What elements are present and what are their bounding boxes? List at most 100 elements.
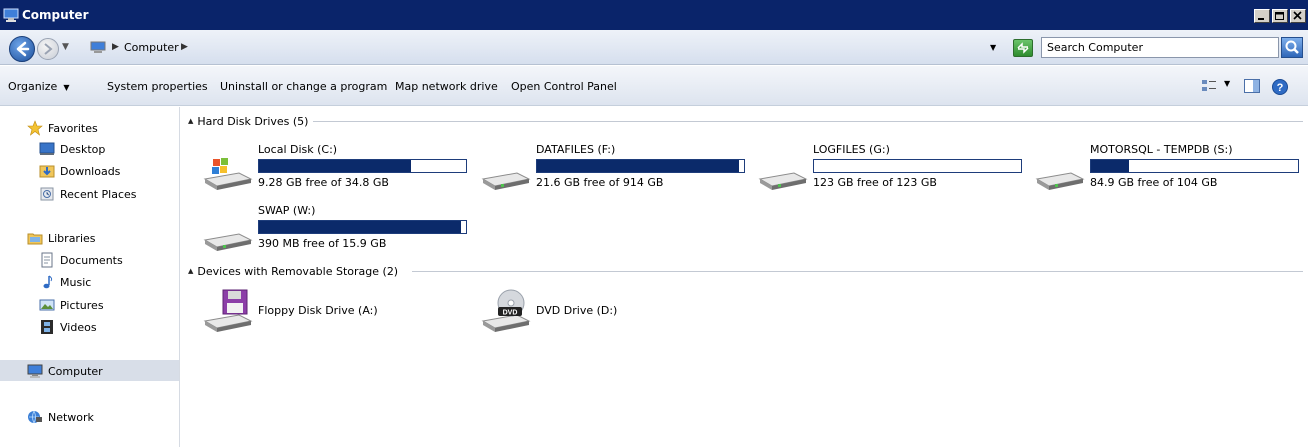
collapse-caret-icon: ▲: [188, 267, 194, 275]
recent-pages-dropdown[interactable]: ▼: [62, 42, 69, 52]
capacity-bar: [258, 159, 467, 173]
search-input[interactable]: Search Computer: [1041, 37, 1279, 58]
drive-s[interactable]: MOTORSQL - TEMPDB (S:) 84.9 GB free of 1…: [1033, 143, 1308, 201]
nav-desktop-label: Desktop: [60, 142, 106, 156]
breadcrumb-computer[interactable]: Computer: [124, 41, 179, 54]
change-view-button[interactable]: [1200, 78, 1218, 97]
drive-g[interactable]: LOGFILES (G:) 123 GB free of 123 GB: [756, 143, 1036, 201]
nav-documents-label: Documents: [60, 253, 123, 267]
svg-text:?: ?: [1277, 82, 1284, 94]
hard-drive-icon: [1035, 172, 1085, 190]
dvd-drive-icon: DVD: [481, 289, 531, 332]
command-bar: Organize ▼ System properties Uninstall o…: [0, 66, 1308, 106]
music-icon: [43, 275, 53, 289]
star-icon: [27, 120, 43, 136]
nav-documents[interactable]: Documents: [39, 251, 123, 269]
windows-drive-icon: [203, 158, 253, 190]
preview-pane-button[interactable]: [1243, 78, 1261, 97]
organize-menu[interactable]: Organize ▼: [8, 80, 69, 93]
drive-free-space: 9.28 GB free of 34.8 GB: [258, 176, 389, 189]
minimize-icon: [1258, 18, 1264, 20]
search-placeholder: Search Computer: [1047, 41, 1143, 54]
refresh-icon: [1017, 42, 1029, 54]
computer-icon: [3, 8, 19, 22]
capacity-bar: [258, 220, 467, 234]
nav-videos[interactable]: Videos: [39, 318, 97, 336]
help-button[interactable]: ?: [1271, 78, 1289, 99]
open-control-panel-button[interactable]: Open Control Panel: [511, 80, 617, 93]
nav-libraries[interactable]: Libraries: [27, 229, 96, 247]
nav-computer-label: Computer: [48, 364, 103, 378]
computer-icon: [27, 364, 43, 378]
capacity-fill: [537, 160, 740, 172]
breadcrumb-separator-icon[interactable]: ▶: [112, 42, 119, 52]
device-dvd[interactable]: DVD DVD Drive (D:): [479, 287, 759, 337]
drive-name: DATAFILES (F:): [536, 143, 616, 156]
preview-pane-icon: [1244, 79, 1260, 93]
window-title: Computer: [22, 8, 89, 22]
maximize-icon: [1275, 12, 1284, 20]
nav-computer[interactable]: Computer: [27, 362, 103, 380]
capacity-fill: [259, 160, 411, 172]
nav-network[interactable]: Network: [27, 408, 94, 426]
chevron-down-icon: ▼: [60, 83, 70, 92]
nav-favorites[interactable]: Favorites: [27, 119, 98, 137]
floppy-drive-icon: [203, 289, 253, 332]
group-header-hdd[interactable]: ▲ Hard Disk Drives (5): [188, 114, 308, 128]
nav-downloads[interactable]: Downloads: [39, 162, 120, 180]
forward-button[interactable]: [37, 38, 59, 60]
drive-name: LOGFILES (G:): [813, 143, 890, 156]
computer-icon: [90, 41, 106, 53]
drive-name: MOTORSQL - TEMPDB (S:): [1090, 143, 1233, 156]
drive-name: SWAP (W:): [258, 204, 316, 217]
nav-libraries-label: Libraries: [48, 231, 96, 245]
refresh-button[interactable]: [1013, 39, 1033, 57]
drive-w[interactable]: SWAP (W:) 390 MB free of 15.9 GB: [201, 204, 481, 262]
maximize-button[interactable]: [1272, 9, 1288, 23]
device-floppy[interactable]: Floppy Disk Drive (A:): [201, 287, 481, 337]
group-removable-label: Devices with Removable Storage (2): [197, 264, 399, 278]
search-icon: [1285, 40, 1299, 54]
hard-drive-icon: [203, 233, 253, 251]
view-options-icon: [1202, 80, 1216, 91]
drive-f[interactable]: DATAFILES (F:) 21.6 GB free of 914 GB: [479, 143, 759, 201]
address-history-dropdown[interactable]: ▼: [990, 43, 996, 52]
address-bar: ▼ ▶ Computer ▶ ▼ Search Computer: [0, 30, 1308, 65]
recent-places-icon: [40, 187, 54, 201]
nav-desktop[interactable]: Desktop: [39, 140, 105, 158]
nav-pictures-label: Pictures: [60, 298, 104, 312]
drive-free-space: 123 GB free of 123 GB: [813, 176, 937, 189]
minimize-button[interactable]: [1254, 9, 1270, 23]
drive-free-space: 390 MB free of 15.9 GB: [258, 237, 387, 250]
search-button[interactable]: [1281, 37, 1303, 58]
nav-music-label: Music: [60, 275, 92, 289]
hard-drive-icon: [481, 172, 531, 190]
close-button[interactable]: [1290, 9, 1306, 23]
drive-name: Local Disk (C:): [258, 143, 338, 156]
uninstall-program-button[interactable]: Uninstall or change a program: [220, 80, 387, 93]
breadcrumb-separator-icon[interactable]: ▶: [181, 42, 188, 52]
map-network-drive-button[interactable]: Map network drive: [395, 80, 498, 93]
drive-c[interactable]: Local Disk (C:) 9.28 GB free of 34.8 GB: [201, 143, 481, 201]
arrow-right-icon: [44, 43, 53, 55]
collapse-caret-icon: ▲: [188, 117, 194, 125]
nav-music[interactable]: Music: [39, 273, 91, 291]
organize-label: Organize: [8, 80, 58, 93]
system-properties-button[interactable]: System properties: [107, 80, 208, 93]
nav-recent-places[interactable]: Recent Places: [39, 185, 137, 203]
group-divider: [313, 121, 1303, 122]
back-button[interactable]: [9, 36, 35, 62]
group-divider: [412, 271, 1303, 272]
address-box[interactable]: ▶ Computer ▶: [78, 37, 1028, 59]
group-header-removable[interactable]: ▲ Devices with Removable Storage (2): [188, 264, 398, 278]
capacity-bar: [536, 159, 745, 173]
nav-downloads-label: Downloads: [60, 164, 121, 178]
nav-network-label: Network: [48, 410, 94, 424]
device-name: DVD Drive (D:): [536, 304, 618, 317]
navigation-pane: Favorites Desktop Downloads Recent Place…: [0, 107, 180, 447]
more-views-dropdown[interactable]: ▼: [1224, 79, 1230, 88]
capacity-bar: [1090, 159, 1299, 173]
network-icon: [28, 410, 42, 424]
nav-pictures[interactable]: Pictures: [39, 296, 104, 314]
nav-favorites-label: Favorites: [48, 121, 98, 135]
